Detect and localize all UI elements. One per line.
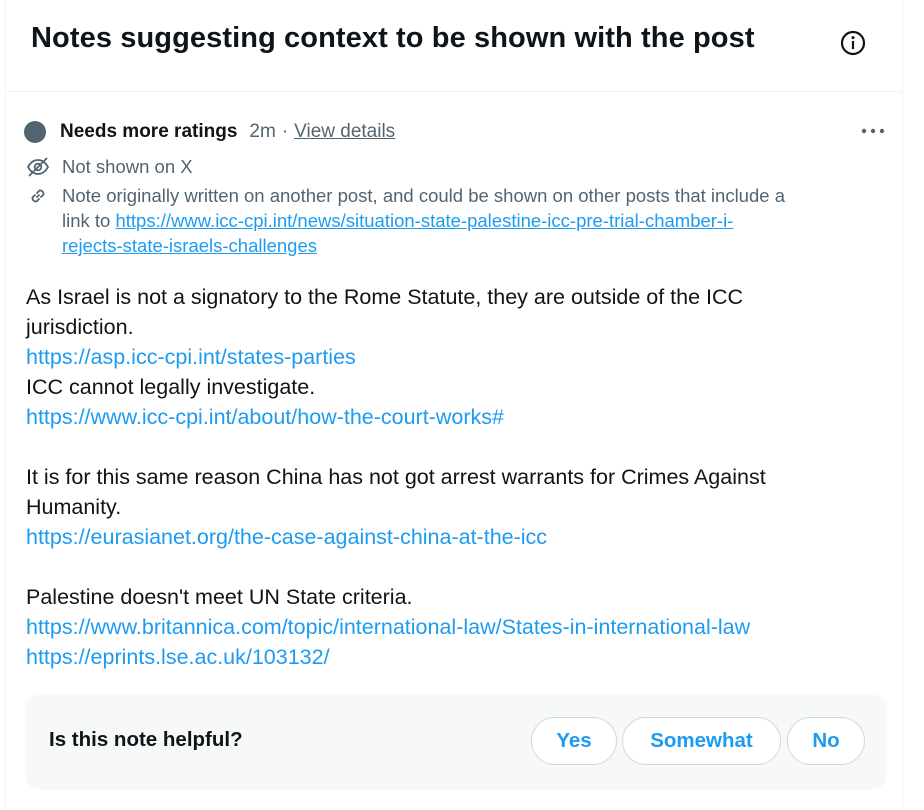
rating-question: Is this note helpful? bbox=[49, 728, 243, 751]
note-body-line: Humanity. bbox=[26, 495, 122, 519]
note-body-line: jurisdiction. bbox=[26, 315, 134, 339]
eye-off-icon bbox=[26, 155, 50, 179]
note-body-line: As Israel is not a signatory to the Rome… bbox=[26, 285, 744, 309]
note-link-how-court-works[interactable]: https://www.icc-cpi.int/about/how-the-co… bbox=[26, 405, 504, 429]
note-body-line: Palestine doesn't meet UN State criteria… bbox=[26, 585, 413, 609]
note-link-lse[interactable]: https://eprints.lse.ac.uk/103132/ bbox=[26, 645, 330, 669]
somewhat-button[interactable]: Somewhat bbox=[622, 717, 781, 765]
note-link-britannica[interactable]: https://www.britannica.com/topic/interna… bbox=[26, 615, 750, 639]
panel-header: Notes suggesting context to be shown wit… bbox=[6, 0, 902, 92]
origin-row: Note originally written on another post,… bbox=[26, 183, 876, 258]
status-dot-icon bbox=[24, 121, 46, 143]
origin-link[interactable]: https://www.icc-cpi.int/news/situation-s… bbox=[115, 210, 733, 231]
note-link-states-parties[interactable]: https://asp.icc-cpi.int/states-parties bbox=[26, 345, 356, 369]
note-body: As Israel is not a signatory to the Rome… bbox=[26, 282, 886, 672]
separator-dot: · bbox=[281, 121, 289, 142]
origin-link-prefix: link to bbox=[62, 210, 111, 231]
info-circle-icon[interactable] bbox=[836, 26, 870, 60]
note-body-line: ICC cannot legally investigate. bbox=[26, 375, 316, 399]
not-shown-row: Not shown on X bbox=[26, 154, 193, 179]
notes-panel: Notes suggesting context to be shown wit… bbox=[5, 0, 903, 810]
note-status-row: Needs more ratings 2m · View details bbox=[24, 118, 395, 146]
link-icon bbox=[26, 184, 50, 208]
not-shown-label: Not shown on X bbox=[62, 156, 193, 177]
note-link-eurasianet[interactable]: https://eurasianet.org/the-case-against-… bbox=[26, 525, 547, 549]
origin-link-continued[interactable]: rejects-state-israels-challenges bbox=[62, 235, 317, 256]
note-body-line: It is for this same reason China has not… bbox=[26, 465, 766, 489]
origin-text: Note originally written on another post,… bbox=[62, 185, 785, 206]
page-title: Notes suggesting context to be shown wit… bbox=[31, 22, 755, 54]
yes-button[interactable]: Yes bbox=[531, 717, 617, 765]
note-timestamp: 2m bbox=[249, 121, 276, 142]
view-details-link[interactable]: View details bbox=[294, 121, 395, 143]
status-badge: Needs more ratings bbox=[60, 121, 238, 142]
origin-text-block: Note originally written on another post,… bbox=[62, 183, 785, 258]
rating-panel: Is this note helpful? Yes Somewhat No bbox=[25, 694, 887, 790]
more-horizontal-icon[interactable] bbox=[858, 120, 888, 142]
no-button[interactable]: No bbox=[787, 717, 865, 765]
